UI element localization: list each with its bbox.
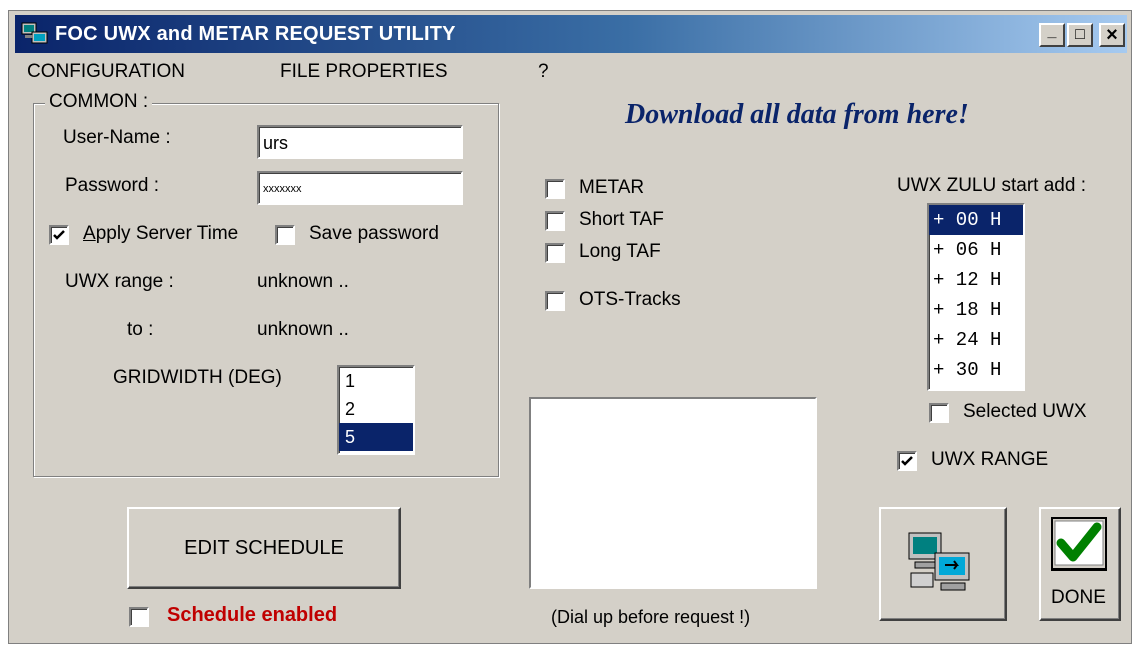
done-button[interactable]: DONE bbox=[1039, 507, 1121, 621]
apply-server-time-checkbox[interactable] bbox=[49, 225, 69, 245]
request-button[interactable] bbox=[879, 507, 1007, 621]
zulu-option[interactable]: + 06 H bbox=[929, 235, 1023, 265]
edit-schedule-label: EDIT SCHEDULE bbox=[184, 536, 344, 559]
dial-up-note: (Dial up before request !) bbox=[551, 607, 751, 627]
zulu-option-selected[interactable]: + 00 H bbox=[929, 205, 1023, 235]
gridwidth-option[interactable]: 1 bbox=[339, 367, 413, 395]
checkmark-icon bbox=[53, 230, 65, 240]
gridwidth-option[interactable]: 2 bbox=[339, 395, 413, 423]
zulu-option[interactable]: + 30 H bbox=[929, 355, 1023, 385]
minimize-icon: _ bbox=[1047, 23, 1057, 40]
menu-configuration[interactable]: CONFIGURATION bbox=[27, 61, 185, 83]
to-label: to : bbox=[127, 319, 154, 340]
zulu-option[interactable]: + 24 H bbox=[929, 325, 1023, 355]
main-window: FOC UWX and METAR REQUEST UTILITY _ □ × … bbox=[8, 10, 1132, 644]
long-taf-checkbox[interactable] bbox=[545, 243, 565, 263]
selected-uwx-checkbox[interactable] bbox=[929, 403, 949, 423]
short-taf-label[interactable]: Short TAF bbox=[579, 209, 664, 231]
gridwidth-listbox[interactable]: 1 2 5 bbox=[337, 365, 415, 455]
zulu-option[interactable]: + 18 H bbox=[929, 295, 1023, 325]
uwx-range-value: unknown .. bbox=[257, 271, 349, 292]
long-taf-label[interactable]: Long TAF bbox=[579, 241, 661, 263]
network-computers-icon bbox=[21, 22, 48, 44]
uwx-zulu-label: UWX ZULU start add : bbox=[897, 175, 1086, 196]
schedule-enabled-label[interactable]: Schedule enabled bbox=[167, 604, 337, 627]
computers-transfer-icon bbox=[908, 532, 970, 591]
save-password-label[interactable]: Save password bbox=[309, 223, 439, 245]
maximize-button[interactable]: □ bbox=[1067, 23, 1093, 47]
window-title: FOC UWX and METAR REQUEST UTILITY bbox=[55, 23, 456, 45]
apply-server-time-label[interactable]: Apply Server Time bbox=[83, 223, 238, 245]
menu-help[interactable]: ? bbox=[538, 61, 549, 83]
ots-tracks-checkbox[interactable] bbox=[545, 291, 565, 311]
gridwidth-label: GRIDWIDTH (DEG) bbox=[113, 367, 282, 388]
close-icon: × bbox=[1106, 23, 1118, 46]
metar-label[interactable]: METAR bbox=[579, 177, 644, 199]
metar-checkbox[interactable] bbox=[545, 179, 565, 199]
password-field[interactable]: xxxxxxx bbox=[257, 171, 463, 205]
password-label: Password : bbox=[65, 175, 159, 196]
zulu-option[interactable]: + 12 H bbox=[929, 265, 1023, 295]
green-check-icon bbox=[1054, 520, 1104, 566]
schedule-enabled-checkbox[interactable] bbox=[129, 607, 149, 627]
to-value: unknown .. bbox=[257, 319, 349, 340]
selected-uwx-label[interactable]: Selected UWX bbox=[963, 401, 1087, 423]
close-button[interactable]: × bbox=[1099, 23, 1125, 47]
title-bar[interactable]: FOC UWX and METAR REQUEST UTILITY _ □ × bbox=[15, 15, 1127, 53]
download-heading: Download all data from here! bbox=[625, 99, 969, 130]
ots-tracks-label[interactable]: OTS-Tracks bbox=[579, 289, 681, 311]
uwx-range-checkbox[interactable] bbox=[897, 451, 917, 471]
checkmark-icon bbox=[901, 456, 913, 466]
username-label: User-Name : bbox=[63, 127, 171, 148]
maximize-icon: □ bbox=[1075, 26, 1085, 43]
short-taf-checkbox[interactable] bbox=[545, 211, 565, 231]
common-legend: COMMON : bbox=[45, 91, 153, 113]
done-check-frame bbox=[1051, 517, 1107, 571]
done-label: DONE bbox=[1051, 587, 1106, 608]
gridwidth-option-selected[interactable]: 5 bbox=[339, 423, 413, 451]
uwx-range-option-label[interactable]: UWX RANGE bbox=[931, 449, 1048, 471]
username-field[interactable]: urs bbox=[257, 125, 463, 159]
uwx-zulu-listbox[interactable]: + 00 H + 06 H + 12 H + 18 H + 24 H + 30 … bbox=[927, 203, 1025, 391]
save-password-checkbox[interactable] bbox=[275, 225, 295, 245]
apply-server-time-text: pply Server Time bbox=[95, 223, 239, 244]
edit-schedule-button[interactable]: EDIT SCHEDULE bbox=[127, 507, 401, 589]
uwx-range-label: UWX range : bbox=[65, 271, 174, 292]
status-output-box bbox=[529, 397, 817, 589]
menu-bar: CONFIGURATION FILE PROPERTIES ? bbox=[9, 59, 1131, 89]
menu-file-properties[interactable]: FILE PROPERTIES bbox=[280, 61, 448, 83]
minimize-button[interactable]: _ bbox=[1039, 23, 1065, 47]
